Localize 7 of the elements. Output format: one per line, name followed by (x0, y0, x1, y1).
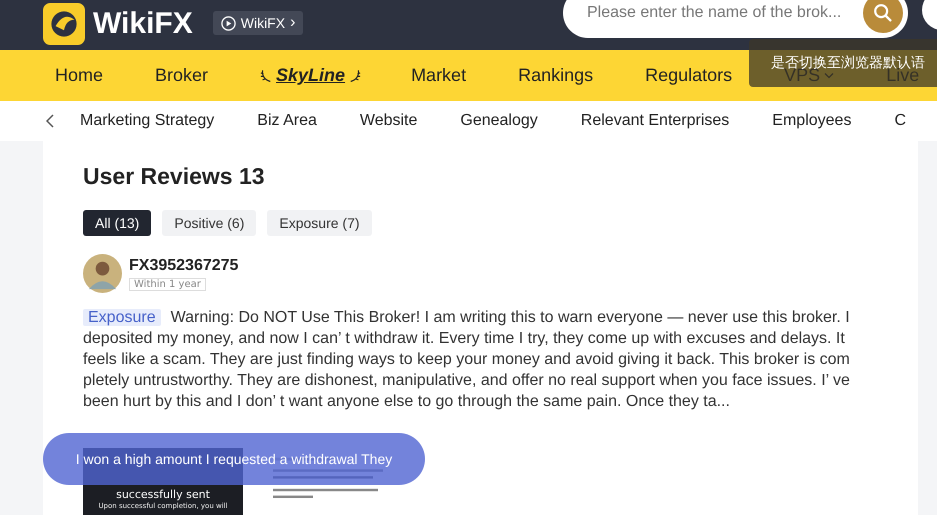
review-tag: Exposure (83, 309, 161, 326)
message-toast: I won a high amount I requested a withdrawal They (43, 433, 425, 485)
screenshot-title: successfully sent (116, 488, 210, 501)
username: FX3952367275 (129, 256, 238, 274)
time-tag: Within 1 year (129, 278, 206, 290)
section-title: User Reviews 13 (83, 163, 266, 190)
review-text: Exposure Warning: Do NOT Use This Broker! I am writing this to warn everyone — never use this broker. I deposited my money, and now I can’ t withdraw it. Every time I try, they come up with excuses and delays. It feels like a scam. They are just finding ways to keep your money and avoid giving it back. This broker is completely untrustworthy. They are dishonest, manipulative, and offer no real support when you face issues. I’ ve been hurt by this and I don’ t want anyone else to go through the same pain. Once they ta... (83, 308, 851, 412)
